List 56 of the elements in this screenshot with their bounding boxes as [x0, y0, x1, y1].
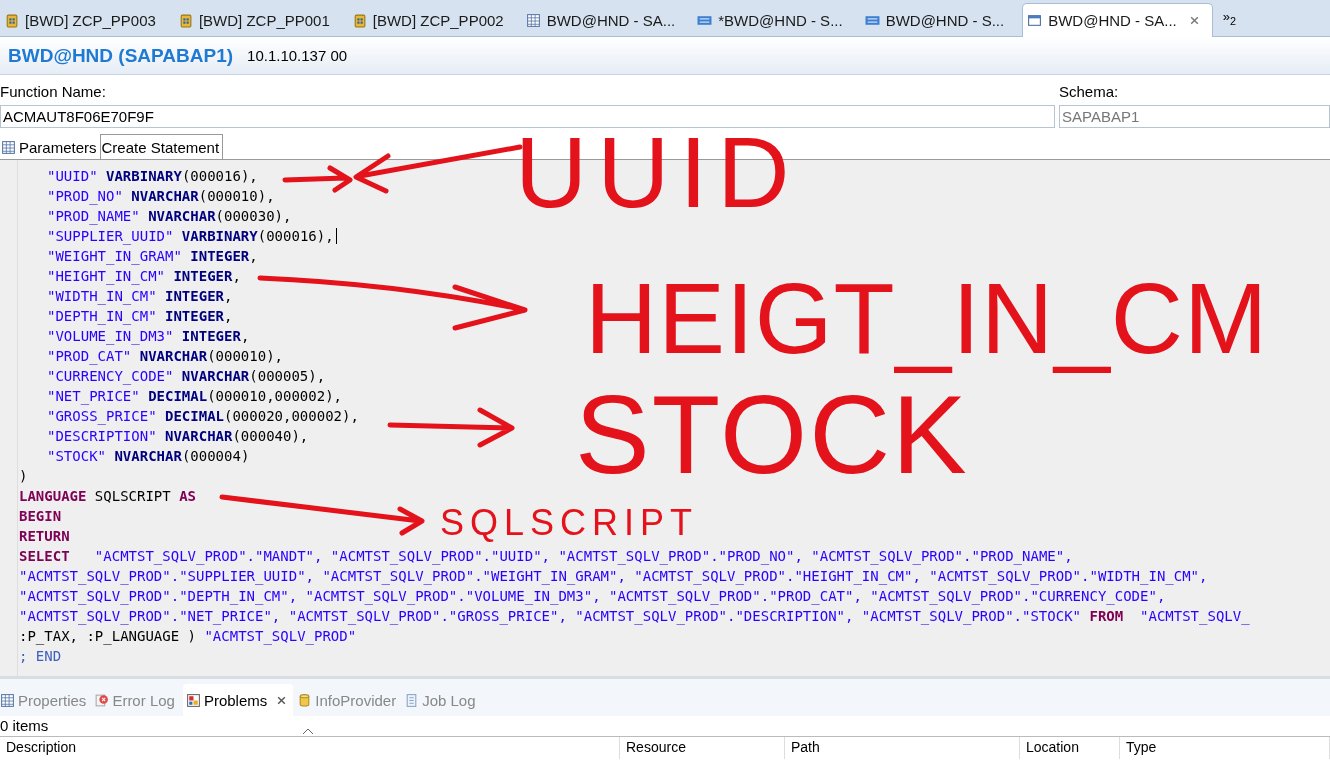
item-count: 0 items — [0, 717, 49, 734]
column-header[interactable]: Type — [1120, 737, 1330, 759]
code-line: "UUID" VARBINARY(000016), — [47, 167, 258, 186]
code-line: "NET_PRICE" DECIMAL(000010,000002), — [47, 387, 342, 406]
connection-address: 10.1.10.137 00 — [247, 47, 348, 64]
close-icon[interactable] — [1188, 15, 1200, 26]
column-header[interactable]: Description — [0, 737, 620, 759]
view-tab[interactable]: Problems — [182, 684, 294, 716]
editor-tab[interactable]: BWD@HND - SA... — [521, 4, 688, 36]
close-icon[interactable] — [276, 694, 288, 706]
column-header[interactable]: Path — [785, 737, 1020, 759]
handwritten-note: SQLSCRIPT — [440, 501, 699, 545]
code-line: "WIDTH_IN_CM" INTEGER, — [47, 287, 233, 306]
column-header[interactable]: Resource — [620, 737, 785, 759]
tab-overflow-button[interactable]: »$_{2}$ — [1222, 9, 1237, 27]
function-name-field[interactable]: ACMAUT8F06E70F9F — [0, 105, 1055, 128]
editor-tab[interactable]: [BWD] ZCP_PP003 — [0, 4, 168, 36]
sub-tab[interactable]: Create Statement — [99, 134, 224, 159]
code-line: "SUPPLIER_UUID" VARBINARY(000016), — [47, 227, 334, 246]
code-line: ; END — [19, 647, 62, 666]
database-icon — [4, 12, 19, 28]
field-label: Function Name: — [0, 83, 107, 101]
code-line: "PROD_CAT" NVARCHAR(000010), — [47, 347, 283, 366]
code-line: "WEIGHT_IN_GRAM" INTEGER, — [47, 247, 258, 266]
connection-title: BWD@HND (SAPABAP1) — [8, 44, 234, 67]
sub-tab[interactable]: Parameters — [0, 136, 100, 159]
code-line: LANGUAGE SQLSCRIPT AS — [19, 487, 196, 506]
code-line: "ACMTST_SQLV_PROD"."NET_PRICE", "ACMTST_SQLV_PROD"."GROSS_PRICE", "ACMTST_SQLV_PROD"."DESCRIPTION", "ACMTST_SQLV_PROD"."STOCK" FROM "ACMTST_SQLV_ — [19, 607, 1250, 626]
editor-tab[interactable]: *BWD@HND - S... — [693, 4, 855, 36]
editor-tab[interactable]: BWD@HND - S... — [860, 4, 1017, 36]
code-line: "ACMTST_SQLV_PROD"."DEPTH_IN_CM", "ACMTST_SQLV_PROD"."VOLUME_IN_DM3", "ACMTST_SQLV_PROD"."PROD_CAT", "ACMTST_SQLV_PROD"."CURRENCY_CODE", — [19, 587, 1166, 606]
code-line: "VOLUME_IN_DM3" INTEGER, — [47, 327, 250, 346]
code-line: "PROD_NO" NVARCHAR(000010), — [47, 187, 275, 206]
sort-caret-icon — [302, 728, 314, 735]
code-line: :P_TAX, :P_LANGUAGE ) "ACMTST_SQLV_PROD" — [19, 627, 357, 646]
code-line: "DEPTH_IN_CM" INTEGER, — [47, 307, 233, 326]
code-line: SELECT "ACMTST_SQLV_PROD"."MANDT", "ACMTST_SQLV_PROD"."UUID", "ACMTST_SQLV_PROD"."PROD_NO", "ACMTST_SQLV_PROD"."PROD_NAME", — [19, 547, 1073, 566]
editor-tab[interactable]: [BWD] ZCP_PP001 — [173, 4, 342, 36]
problems-icon — [185, 692, 201, 708]
editor-tab[interactable]: BWD@HND - SA... — [1022, 3, 1213, 37]
table-icon — [525, 12, 541, 28]
editor-tab[interactable]: [BWD] ZCP_PP002 — [347, 4, 516, 36]
code-line: "DESCRIPTION" NVARCHAR(000040), — [47, 427, 309, 446]
code-line: "HEIGHT_IN_CM" INTEGER, — [47, 267, 241, 286]
field-label: Schema: — [1059, 83, 1120, 101]
code-line: ) — [19, 467, 28, 486]
error-icon — [94, 692, 110, 708]
code-line: "GROSS_PRICE" DECIMAL(000020,000002), — [47, 407, 359, 426]
code-line: "CURRENCY_CODE" NVARCHAR(000005), — [47, 367, 326, 386]
column-header[interactable]: Location — [1020, 737, 1120, 759]
window-icon — [1027, 13, 1043, 28]
code-line: "ACMTST_SQLV_PROD"."SUPPLIER_UUID", "ACMTST_SQLV_PROD"."WEIGHT_IN_GRAM", "ACMTST_SQLV_PROD"."HEIGHT_IN_CM", "ACMTST_SQLV_PROD"."WIDTH_IN_CM", — [19, 567, 1208, 586]
code-line: "STOCK" NVARCHAR(000004) — [47, 447, 250, 466]
code-line: "PROD_NAME" NVARCHAR(000030), — [47, 207, 292, 226]
code-line: RETURN — [19, 527, 70, 546]
code-line: BEGIN — [19, 507, 62, 526]
